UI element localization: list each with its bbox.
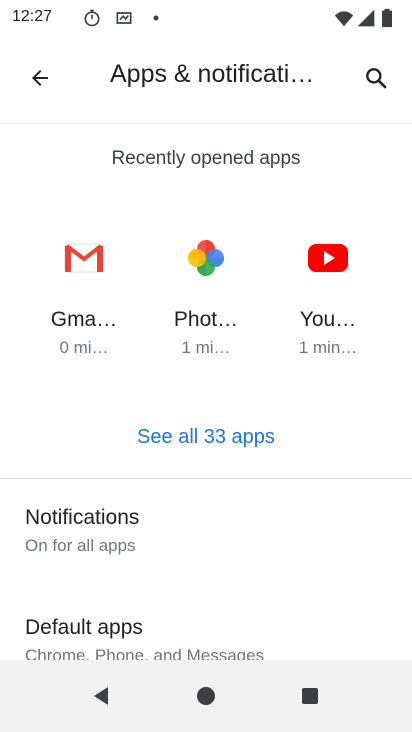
cellular-icon [357,9,375,27]
recent-app-time: 1 mi… [181,338,231,357]
recent-app-gmail[interactable]: Gma… 0 mi… [34,232,134,358]
list-item-notifications[interactable]: Notifications On for all apps [0,506,412,556]
recent-app-time: 0 mi… [59,338,109,357]
list-divider [0,478,412,479]
search-button[interactable] [356,58,396,98]
list-item-default-apps[interactable]: Default apps Chrome, Phone, and Messages [0,616,412,666]
arrow-back-icon [32,70,48,86]
status-time: 12:27 [12,8,53,25]
list-item-subtitle: On for all apps [25,536,136,555]
dot-icon [153,15,159,21]
navigation-bar [0,660,412,732]
page-title: Apps & notifications [110,60,315,88]
battery-icon [382,8,392,28]
wifi-icon [334,11,354,27]
nav-back-button[interactable] [82,676,122,716]
nav-home-button[interactable] [186,676,226,716]
photos-icon [188,240,224,276]
recent-app-name: You… [299,308,357,331]
stopwatch-icon [84,9,100,27]
app-bar: Apps & notifications [0,40,412,116]
signal-app-icon [116,12,132,24]
recent-app-time: 1 min… [298,338,358,357]
recent-app-youtube[interactable]: You… 1 min… [278,232,378,358]
recent-app-name: Phot… [173,308,239,331]
recents-square-icon [302,688,318,704]
recent-app-photos[interactable]: Phot… 1 mi… [156,232,256,358]
status-bar: 12:27 [0,0,412,36]
recent-app-name: Gma… [50,308,118,331]
back-button[interactable] [20,58,60,98]
gmail-icon [64,243,104,273]
list-item-title: Notifications [25,506,140,529]
back-triangle-icon [94,687,108,705]
recent-apps-title: Recently opened apps [111,148,301,169]
youtube-icon [308,244,348,272]
see-all-apps-button[interactable]: See all 33 apps [106,426,306,449]
list-item-title: Default apps [25,616,143,639]
search-icon [366,68,387,89]
home-circle-icon [197,687,215,705]
app-bar-divider [0,123,412,124]
nav-recents-button[interactable] [290,676,330,716]
